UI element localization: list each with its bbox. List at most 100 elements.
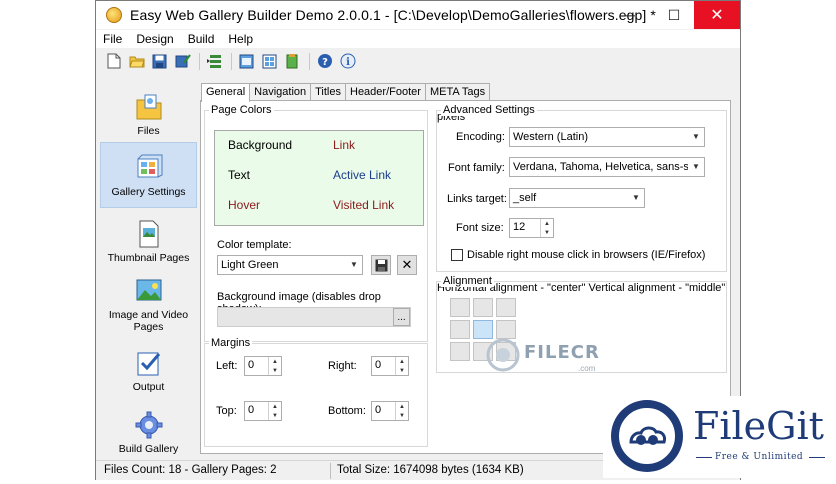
save-icon[interactable] <box>151 53 168 70</box>
status-files-count: Files Count: 18 - Gallery Pages: 2 <box>104 464 277 476</box>
encoding-select[interactable]: Western (Latin) ▼ <box>509 127 705 147</box>
menu-bar: File Design Build Help <box>96 30 740 48</box>
align-top-left[interactable] <box>450 298 470 317</box>
chevron-up-icon[interactable]: ▲ <box>396 402 408 411</box>
about-icon[interactable]: i <box>339 53 356 70</box>
font-family-value: Verdana, Tahoma, Helvetica, sans-serif <box>513 161 705 173</box>
menu-file[interactable]: File <box>96 32 129 46</box>
tab-header-footer[interactable]: Header/Footer <box>345 83 426 101</box>
disable-right-click-checkbox[interactable] <box>451 249 463 261</box>
delete-template-button[interactable]: ✕ <box>397 255 417 275</box>
link-color-label[interactable]: Link <box>333 138 355 152</box>
gallery-settings-icon <box>137 154 162 177</box>
color-template-select[interactable]: Light Green ▼ <box>217 255 363 275</box>
stepper-arrows[interactable]: ▲ ▼ <box>268 357 281 375</box>
gallery-view-icon[interactable] <box>238 53 255 70</box>
left-margin-stepper[interactable]: 0 ▲ ▼ <box>244 356 282 376</box>
stepper-arrows[interactable]: ▲ ▼ <box>540 219 553 237</box>
right-margin-label: Right: <box>328 360 357 372</box>
top-margin-label: Top: <box>216 405 237 417</box>
links-target-label: Links target: <box>447 193 507 205</box>
menu-help[interactable]: Help <box>221 32 260 46</box>
tab-navigation[interactable]: Navigation <box>249 83 312 101</box>
title-bar: Easy Web Gallery Builder Demo 2.0.0.1 - … <box>96 1 740 29</box>
menu-build[interactable]: Build <box>181 32 222 46</box>
stepper-arrows[interactable]: ▲ ▼ <box>268 402 281 420</box>
font-size-stepper[interactable]: 12 ▲ ▼ <box>509 218 554 238</box>
group-title: Page Colors <box>209 104 274 116</box>
close-button[interactable]: ✕ <box>694 1 740 29</box>
hover-color-label[interactable]: Hover <box>228 198 260 212</box>
sidebar: Files Gallery Settings Thumbnail Pages I… <box>100 77 197 455</box>
maximize-button[interactable]: ☐ <box>652 1 696 29</box>
save-as-icon[interactable] <box>174 53 191 70</box>
minimize-button[interactable]: ─ <box>608 1 652 29</box>
status-total-size: Total Size: 1674098 bytes (1634 KB) <box>337 464 524 476</box>
top-margin-stepper[interactable]: 0 ▲ ▼ <box>244 401 282 421</box>
tab-titles[interactable]: Titles <box>310 83 346 101</box>
tab-general[interactable]: General <box>201 83 251 102</box>
disable-right-click-label[interactable]: Disable right mouse click in browsers (I… <box>467 249 705 261</box>
sidebar-item-label: Thumbnail Pages <box>107 251 190 264</box>
chevron-down-icon[interactable]: ▼ <box>269 411 281 420</box>
status-divider <box>330 463 331 479</box>
sidebar-item-thumbnail-pages[interactable]: Thumbnail Pages <box>100 208 197 274</box>
chevron-down-icon: ▼ <box>350 260 358 269</box>
files-icon <box>136 94 161 119</box>
font-family-select[interactable]: Verdana, Tahoma, Helvetica, sans-serif ▼ <box>509 157 705 177</box>
background-color-label[interactable]: Background <box>228 138 292 152</box>
page-colors-group: Page Colors Background Link Text Active … <box>204 104 428 342</box>
links-target-select[interactable]: _self ▼ <box>509 188 645 208</box>
advanced-settings-group: Advanced Settings Encoding: Western (Lat… <box>436 104 727 272</box>
thumbnail-view-icon[interactable] <box>261 53 278 70</box>
chevron-down-icon[interactable]: ▼ <box>396 411 408 420</box>
text-color-label[interactable]: Text <box>228 168 250 182</box>
chevron-down-icon[interactable]: ▼ <box>269 366 281 375</box>
group-title: Alignment <box>441 275 494 287</box>
filecr-text: FILECR <box>524 342 600 363</box>
align-top-right[interactable] <box>496 298 516 317</box>
left-margin-label: Left: <box>216 360 238 372</box>
save-template-button[interactable] <box>371 255 391 275</box>
new-file-icon[interactable] <box>105 53 122 70</box>
background-image-input[interactable] <box>217 307 411 327</box>
browse-button[interactable]: ... <box>393 308 410 326</box>
chevron-up-icon[interactable]: ▲ <box>396 357 408 366</box>
stepper-arrows[interactable]: ▲ ▼ <box>395 357 408 375</box>
close-icon: ✕ <box>401 257 413 272</box>
right-margin-stepper[interactable]: 0 ▲ ▼ <box>371 356 409 376</box>
bottom-margin-stepper[interactable]: 0 ▲ ▼ <box>371 401 409 421</box>
sidebar-item-label: Image and Video Pages <box>108 308 189 333</box>
sidebar-item-gallery-settings[interactable]: Gallery Settings <box>100 142 197 208</box>
chevron-up-icon[interactable]: ▲ <box>541 219 553 228</box>
build-gallery-icon <box>135 411 162 438</box>
margins-group: Margins Left: 0 ▲ ▼ Right: 0 ▲ ▼ Top: 0 ▲ ▼… <box>204 337 428 447</box>
chevron-down-icon[interactable]: ▼ <box>396 366 408 375</box>
build-icon[interactable] <box>206 53 223 70</box>
align-top-center[interactable] <box>473 298 493 317</box>
sidebar-item-build-gallery[interactable]: Build Gallery <box>100 399 197 465</box>
filegit-tagline: Free & Unlimited <box>715 452 804 462</box>
menu-design[interactable]: Design <box>129 32 180 46</box>
stepper-arrows[interactable]: ▲ ▼ <box>395 402 408 420</box>
chevron-up-icon[interactable]: ▲ <box>269 357 281 366</box>
help-icon[interactable]: ? <box>316 53 333 70</box>
align-middle-left[interactable] <box>450 320 470 339</box>
font-size-value: 12 <box>513 221 526 233</box>
sidebar-item-output[interactable]: Output <box>100 337 197 403</box>
encoding-value: Western (Latin) <box>513 131 588 143</box>
publish-icon[interactable] <box>284 53 301 70</box>
active-link-color-label[interactable]: Active Link <box>333 168 391 182</box>
open-folder-icon[interactable] <box>128 53 145 70</box>
color-preview[interactable]: Background Link Text Active Link Hover V… <box>214 130 424 226</box>
chevron-up-icon[interactable]: ▲ <box>269 402 281 411</box>
sidebar-item-image-video-pages[interactable]: Image and Video Pages <box>100 271 197 337</box>
bottom-margin-label: Bottom: <box>328 405 366 417</box>
sidebar-item-label: Files <box>137 124 160 137</box>
align-bottom-left[interactable] <box>450 342 470 361</box>
visited-link-color-label[interactable]: Visited Link <box>333 198 394 212</box>
tab-meta-tags[interactable]: META Tags <box>424 83 491 101</box>
sidebar-item-files[interactable]: Files <box>100 81 197 147</box>
links-target-value: _self <box>513 192 537 204</box>
chevron-down-icon[interactable]: ▼ <box>541 228 553 237</box>
